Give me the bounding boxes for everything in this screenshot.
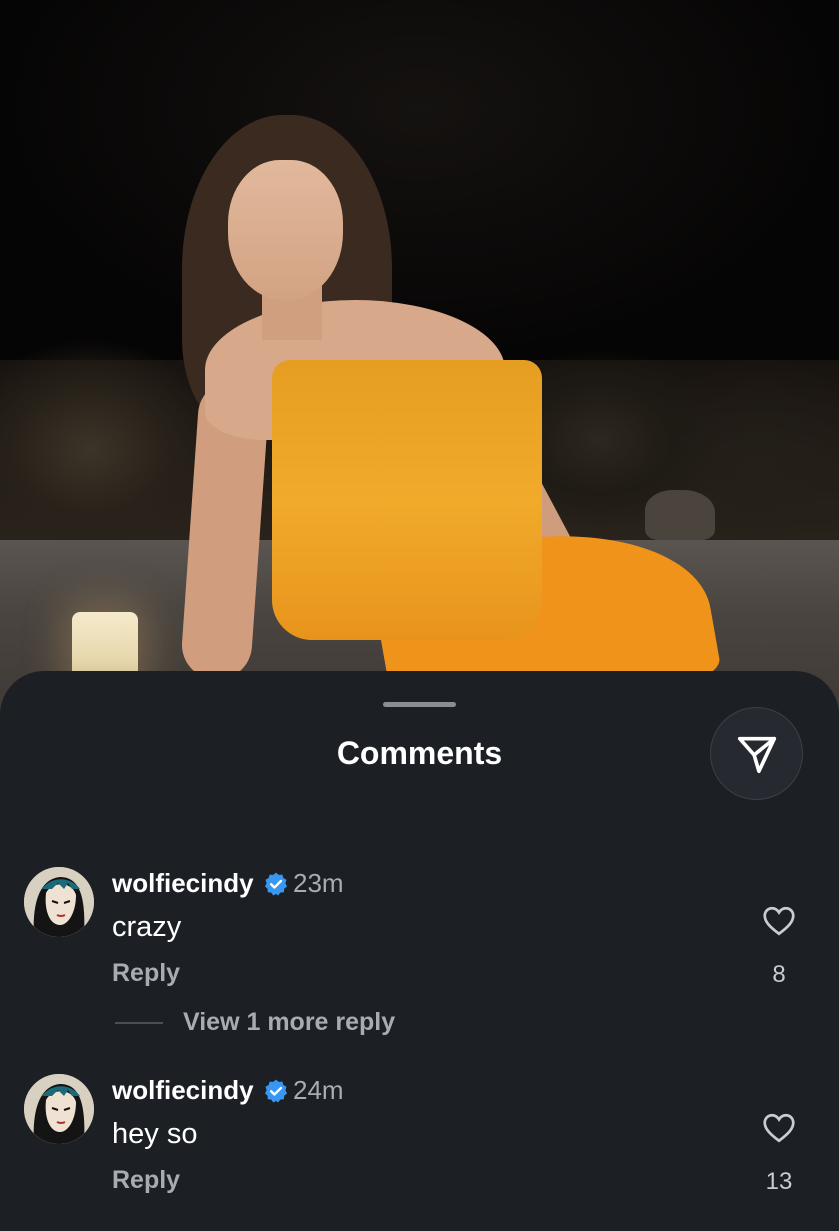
comment-text: hey so	[112, 1118, 198, 1150]
comment-username[interactable]: wolfiecindy	[112, 1075, 254, 1106]
avatar[interactable]	[24, 867, 94, 937]
avatar-illustration	[24, 867, 94, 937]
person-face	[228, 160, 343, 300]
avatar[interactable]	[24, 1074, 94, 1144]
rock	[645, 490, 715, 540]
post-photo[interactable]	[0, 0, 839, 720]
sheet-drag-handle[interactable]	[383, 702, 456, 707]
view-more-replies-label[interactable]: View 1 more reply	[183, 1008, 395, 1037]
like-count: 8	[772, 961, 786, 988]
comment-item: wolfiecindy 24m hey so Reply 13	[0, 1074, 839, 1214]
comment-time: 24m	[293, 1075, 344, 1105]
share-button[interactable]	[710, 707, 803, 800]
person-dress	[272, 360, 542, 640]
comment-item: wolfiecindy 23m crazy Reply 8	[0, 867, 839, 1007]
paper-plane-icon	[737, 736, 776, 773]
heart-icon[interactable]	[760, 903, 798, 939]
verified-badge-icon	[264, 872, 288, 896]
verified-badge-icon	[264, 1079, 288, 1103]
view-more-replies[interactable]: View 1 more reply	[0, 1008, 839, 1042]
reply-button[interactable]: Reply	[112, 1166, 180, 1195]
avatar-illustration	[24, 1074, 94, 1144]
like-count: 13	[765, 1168, 793, 1195]
comment-username[interactable]: wolfiecindy	[112, 868, 254, 899]
comment-time: 23m	[293, 868, 344, 898]
replies-divider	[115, 1022, 163, 1024]
heart-icon[interactable]	[760, 1110, 798, 1146]
comment-text: crazy	[112, 911, 182, 943]
reply-button[interactable]: Reply	[112, 959, 180, 988]
